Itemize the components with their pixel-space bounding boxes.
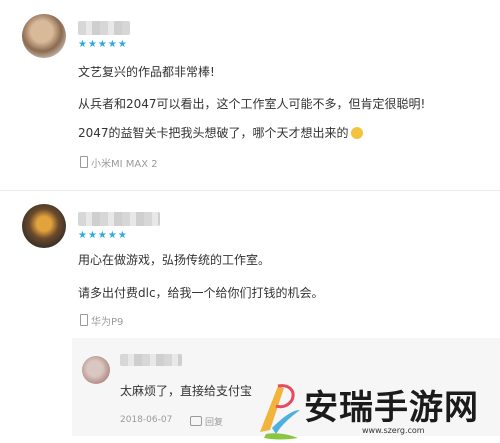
user-avatar[interactable]	[22, 204, 66, 248]
laughing-emoji-icon	[350, 127, 363, 139]
reply-icon	[190, 416, 202, 426]
username-blurred[interactable]	[78, 212, 160, 226]
reply-username-blurred[interactable]	[120, 354, 182, 366]
reply-avatar[interactable]	[82, 356, 110, 384]
user-avatar[interactable]	[22, 14, 66, 58]
rating-stars: ★★★★★	[78, 230, 128, 241]
device-name: 小米MI MAX 2	[91, 159, 158, 170]
reply-label: 回复	[205, 418, 224, 428]
reply-text: 太麻烦了，直接给支付宝	[120, 384, 253, 398]
device-label: 华为P9	[80, 313, 123, 328]
phone-icon	[80, 156, 88, 168]
watermark: 安瑞手游网 www.szerg.com	[252, 376, 500, 443]
watermark-logo-icon	[260, 384, 300, 440]
reply-button[interactable]: 回复	[190, 415, 223, 428]
device-name: 华为P9	[91, 317, 124, 328]
comment-text: 2047的益智关卡把我头想破了，哪个天才想出来的	[78, 126, 349, 140]
comment-text: 文艺复兴的作品都非常棒!	[78, 65, 215, 79]
comment-text-line: 2047的益智关卡把我头想破了，哪个天才想出来的	[78, 124, 363, 141]
comment-text: 从兵者和2047可以看出，这个工作室人可能不多，但肯定很聪明!	[78, 97, 426, 111]
reply-date: 2018-06-07	[120, 415, 173, 425]
phone-icon	[80, 314, 88, 326]
device-label: 小米MI MAX 2	[80, 155, 158, 170]
comment-text: 请多出付费dlc，给我一个给你们打钱的机会。	[78, 286, 324, 300]
comment-text: 用心在做游戏，弘扬传统的工作室。	[78, 253, 271, 267]
divider	[0, 190, 500, 191]
username-blurred[interactable]	[78, 21, 130, 35]
watermark-brand: 安瑞手游网	[304, 388, 479, 428]
rating-stars: ★★★★★	[78, 39, 128, 50]
watermark-url: www.szerg.com	[362, 426, 425, 435]
